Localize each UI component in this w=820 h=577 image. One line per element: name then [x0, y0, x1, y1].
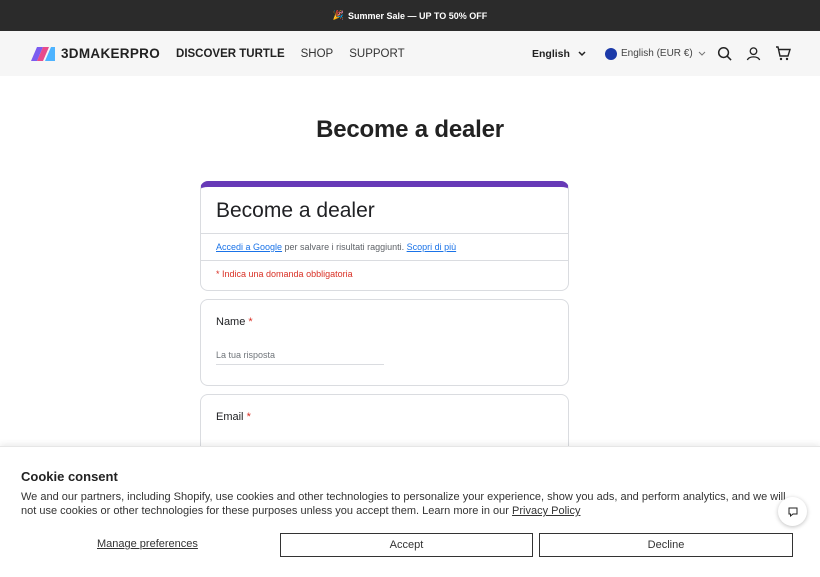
question-label-text: Name [216, 316, 246, 328]
question-card-name: Name * La tua risposta [200, 299, 569, 386]
embedded-google-form: Become a dealer Accedi a Google per salv… [200, 181, 569, 472]
signin-notice: Accedi a Google per salvare i risultati … [201, 233, 568, 260]
cart-icon[interactable] [775, 46, 791, 61]
cookie-title: Cookie consent [21, 469, 118, 484]
main-nav: DISCOVER TURTLE SHOP SUPPORT [176, 48, 405, 60]
privacy-policy-link[interactable]: Privacy Policy [512, 505, 580, 517]
announcement-bar: 🎉 Summer Sale — UP TO 50% OFF [0, 0, 820, 31]
signin-link[interactable]: Accedi a Google [216, 242, 282, 252]
chat-bubble-icon [788, 507, 797, 517]
cookie-text: We and our partners, including Shopify, … [21, 490, 801, 518]
header-icons [717, 31, 791, 76]
decline-button[interactable]: Decline [539, 533, 793, 557]
chat-widget-button[interactable] [778, 497, 807, 526]
question-label: Email * [216, 411, 553, 423]
page-title: Become a dealer [316, 116, 504, 143]
required-star: * [246, 411, 251, 423]
form-header-card: Become a dealer Accedi a Google per salv… [200, 181, 569, 291]
nav-item-discover-turtle[interactable]: DISCOVER TURTLE [176, 48, 285, 60]
manage-preferences-button[interactable]: Manage preferences [97, 538, 198, 550]
party-popper-icon: 🎉 [332, 10, 344, 20]
currency-label: English (EUR €) [621, 48, 693, 59]
learn-more-link[interactable]: Scopri di più [407, 242, 457, 252]
account-icon[interactable] [746, 46, 761, 61]
language-label: English [532, 47, 570, 60]
nav-item-support[interactable]: SUPPORT [349, 48, 404, 60]
logo-mark-icon [31, 46, 55, 61]
announcement-text: Summer Sale — UP TO 50% OFF [348, 10, 488, 21]
required-note: * Indica una domanda obbligatoria [201, 260, 568, 290]
site-header: 3DMAKERPRO DISCOVER TURTLE SHOP SUPPORT … [0, 31, 820, 76]
search-icon[interactable] [717, 46, 732, 61]
nav-item-shop[interactable]: SHOP [301, 48, 334, 60]
name-answer-input[interactable]: La tua risposta [216, 350, 384, 365]
required-star: * [248, 316, 253, 328]
brand-name: 3DMAKERPRO [61, 46, 161, 61]
brand-logo[interactable]: 3DMAKERPRO [31, 46, 160, 61]
cookie-consent-banner: Cookie consent We and our partners, incl… [0, 446, 820, 577]
question-label-text: Email [216, 411, 244, 423]
currency-selector[interactable]: English (EUR €) [605, 31, 707, 76]
accept-button[interactable]: Accept [280, 533, 533, 557]
chevron-down-icon [578, 50, 586, 56]
language-selector[interactable]: English [532, 31, 586, 76]
eu-flag-icon [605, 47, 617, 60]
signin-text: per salvare i risultati raggiunti. [282, 242, 407, 252]
cookie-body: We and our partners, including Shopify, … [21, 491, 786, 517]
form-title: Become a dealer [216, 199, 375, 222]
chevron-down-icon [698, 51, 706, 56]
question-label: Name * [216, 316, 553, 328]
